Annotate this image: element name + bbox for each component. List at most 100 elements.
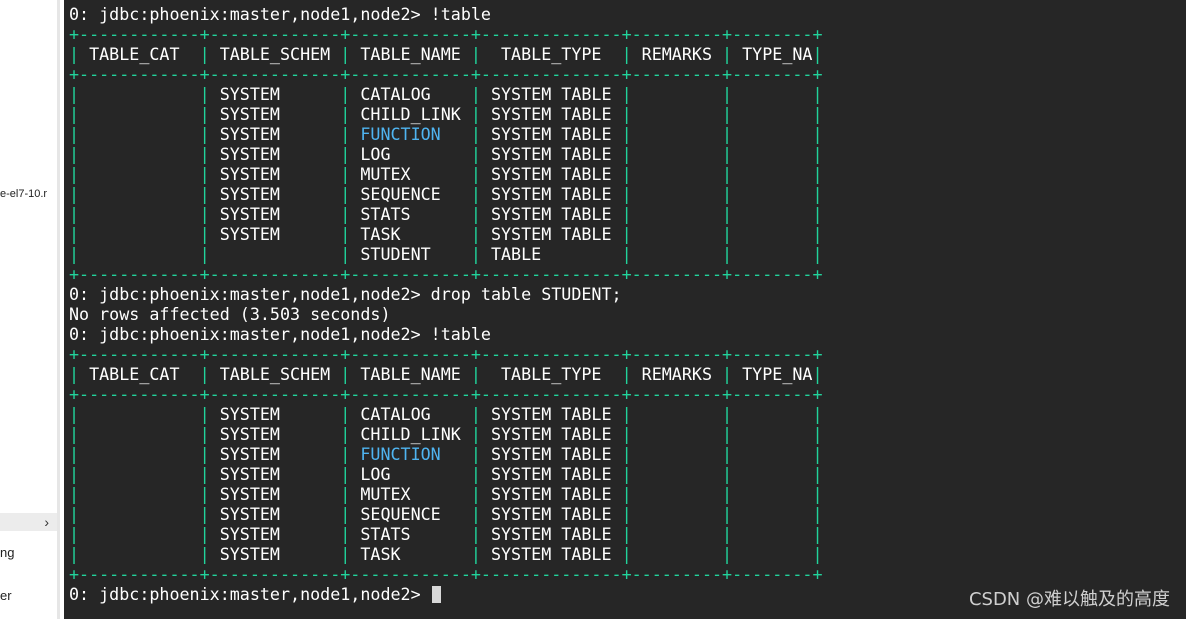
table-row: | | SYSTEM | TASK | SYSTEM TABLE | | | bbox=[69, 224, 823, 244]
column-header: TYPE_NA bbox=[742, 364, 813, 384]
table-cell: STATS bbox=[360, 524, 411, 544]
sidebar-expand-row[interactable]: › bbox=[0, 513, 57, 531]
table-cell: STATS bbox=[360, 204, 411, 224]
column-header: TABLE_TYPE bbox=[501, 44, 602, 64]
column-header: TABLE_SCHEM bbox=[219, 364, 331, 384]
table-cell: SYSTEM TABLE bbox=[490, 224, 612, 244]
table-border: +------------+-------------+------------… bbox=[69, 384, 823, 404]
watermark: CSDN @难以触及的高度 bbox=[968, 589, 1170, 610]
output-line: No rows affected (3.503 seconds) bbox=[69, 304, 391, 324]
table-cell: SYSTEM bbox=[219, 164, 280, 184]
terminal-window[interactable]: 0: jdbc:phoenix:master,node1,node2> !tab… bbox=[64, 0, 1186, 619]
sidebar-item-ng[interactable]: ng bbox=[0, 545, 14, 560]
table-row: | | SYSTEM | CATALOG | SYSTEM TABLE | | … bbox=[69, 404, 823, 424]
table-cell: CHILD_LINK bbox=[360, 104, 461, 124]
table-cell: SYSTEM TABLE bbox=[490, 84, 612, 104]
table-cell: SYSTEM bbox=[219, 424, 280, 444]
table-cell: SYSTEM TABLE bbox=[490, 104, 612, 124]
table-cell: SYSTEM TABLE bbox=[490, 504, 612, 524]
table-row: | | SYSTEM | CATALOG | SYSTEM TABLE | | … bbox=[69, 84, 823, 104]
table-row: | | SYSTEM | TASK | SYSTEM TABLE | | | bbox=[69, 544, 823, 564]
column-header: TABLE_CAT bbox=[89, 44, 180, 64]
table-row: | | SYSTEM | LOG | SYSTEM TABLE | | | bbox=[69, 144, 823, 164]
column-header: REMARKS bbox=[641, 364, 712, 384]
table-row: | | SYSTEM | FUNCTION | SYSTEM TABLE | |… bbox=[69, 124, 823, 144]
table-row: | | SYSTEM | LOG | SYSTEM TABLE | | | bbox=[69, 464, 823, 484]
table-border: +------------+-------------+------------… bbox=[69, 64, 823, 84]
table-border: +------------+-------------+------------… bbox=[69, 24, 823, 44]
table-cell: CATALOG bbox=[360, 404, 431, 424]
table-cell: SYSTEM TABLE bbox=[490, 404, 612, 424]
command-line: 0: jdbc:phoenix:master,node1,node2> !tab… bbox=[69, 324, 491, 344]
sidebar-file-item[interactable]: e-el7-10.r bbox=[0, 188, 47, 200]
table-cell: MUTEX bbox=[360, 164, 411, 184]
table-cell: SYSTEM TABLE bbox=[490, 184, 612, 204]
table-cell: SYSTEM TABLE bbox=[490, 204, 612, 224]
column-header: TABLE_SCHEM bbox=[219, 44, 331, 64]
table-cell: SEQUENCE bbox=[360, 184, 441, 204]
table-cell: SYSTEM bbox=[219, 144, 280, 164]
table-row: | | SYSTEM | CHILD_LINK | SYSTEM TABLE |… bbox=[69, 424, 823, 444]
table-cell: FUNCTION bbox=[360, 444, 441, 464]
table-cell: LOG bbox=[360, 464, 391, 484]
table-cell: SYSTEM bbox=[219, 184, 280, 204]
table-cell: SYSTEM TABLE bbox=[490, 144, 612, 164]
table-cell: CHILD_LINK bbox=[360, 424, 461, 444]
table-row: | | SYSTEM | SEQUENCE | SYSTEM TABLE | |… bbox=[69, 504, 823, 524]
table-cell: SEQUENCE bbox=[360, 504, 441, 524]
prompt-line: 0: jdbc:phoenix:master,node1,node2> bbox=[69, 584, 823, 604]
table-cell: SYSTEM TABLE bbox=[490, 464, 612, 484]
column-header: TABLE_NAME bbox=[360, 364, 461, 384]
text-cursor[interactable] bbox=[431, 586, 441, 603]
table-cell: SYSTEM TABLE bbox=[490, 484, 612, 504]
chevron-right-icon[interactable]: › bbox=[44, 513, 49, 531]
table-cell: SYSTEM bbox=[219, 224, 280, 244]
table-cell: TASK bbox=[360, 224, 401, 244]
column-header: REMARKS bbox=[641, 44, 712, 64]
table-cell: SYSTEM TABLE bbox=[490, 524, 612, 544]
table-row: | | SYSTEM | SEQUENCE | SYSTEM TABLE | |… bbox=[69, 184, 823, 204]
table-cell: SYSTEM bbox=[219, 464, 280, 484]
table-cell: SYSTEM TABLE bbox=[490, 124, 612, 144]
table-cell: SYSTEM bbox=[219, 524, 280, 544]
command-line: 0: jdbc:phoenix:master,node1,node2> !tab… bbox=[69, 4, 491, 24]
command-line: 0: jdbc:phoenix:master,node1,node2> drop… bbox=[69, 284, 622, 304]
table-row: | | | STUDENT | TABLE | | | bbox=[69, 244, 823, 264]
table-cell: SYSTEM TABLE bbox=[490, 424, 612, 444]
table-cell: SYSTEM TABLE bbox=[490, 544, 612, 564]
prompt-text: 0: jdbc:phoenix:master,node1,node2> bbox=[69, 584, 431, 604]
table-cell: SYSTEM bbox=[219, 444, 280, 464]
sidebar-divider[interactable] bbox=[57, 0, 60, 619]
table-cell: TASK bbox=[360, 544, 401, 564]
column-header: TABLE_TYPE bbox=[501, 364, 602, 384]
table-cell: SYSTEM bbox=[219, 124, 280, 144]
column-header: TABLE_NAME bbox=[360, 44, 461, 64]
column-header: TYPE_NA bbox=[742, 44, 813, 64]
table-cell: SYSTEM bbox=[219, 104, 280, 124]
table-cell: FUNCTION bbox=[360, 124, 441, 144]
table-cell: SYSTEM bbox=[219, 84, 280, 104]
table-row: | | SYSTEM | MUTEX | SYSTEM TABLE | | | bbox=[69, 164, 823, 184]
sidebar-item-er[interactable]: er bbox=[0, 588, 12, 603]
table-cell: SYSTEM bbox=[219, 404, 280, 424]
table-cell: SYSTEM bbox=[219, 204, 280, 224]
table-cell: TABLE bbox=[490, 244, 542, 264]
table-cell: CATALOG bbox=[360, 84, 431, 104]
table-cell: SYSTEM bbox=[219, 484, 280, 504]
table-border: +------------+-------------+------------… bbox=[69, 564, 823, 584]
table-row: | | SYSTEM | STATS | SYSTEM TABLE | | | bbox=[69, 204, 823, 224]
column-header: TABLE_CAT bbox=[89, 364, 180, 384]
table-cell: SYSTEM bbox=[219, 544, 280, 564]
file-sidebar: e-el7-10.r › ng er bbox=[0, 0, 57, 619]
table-cell: SYSTEM bbox=[219, 504, 280, 524]
table-border: +------------+-------------+------------… bbox=[69, 344, 823, 364]
table-header-row: | TABLE_CAT | TABLE_SCHEM | TABLE_NAME |… bbox=[69, 364, 823, 384]
table-cell: MUTEX bbox=[360, 484, 411, 504]
table-row: | | SYSTEM | CHILD_LINK | SYSTEM TABLE |… bbox=[69, 104, 823, 124]
table-header-row: | TABLE_CAT | TABLE_SCHEM | TABLE_NAME |… bbox=[69, 44, 823, 64]
table-cell: SYSTEM TABLE bbox=[490, 444, 612, 464]
table-cell: LOG bbox=[360, 144, 391, 164]
terminal-output: 0: jdbc:phoenix:master,node1,node2> !tab… bbox=[69, 4, 823, 604]
table-cell: STUDENT bbox=[360, 244, 431, 264]
table-row: | | SYSTEM | FUNCTION | SYSTEM TABLE | |… bbox=[69, 444, 823, 464]
